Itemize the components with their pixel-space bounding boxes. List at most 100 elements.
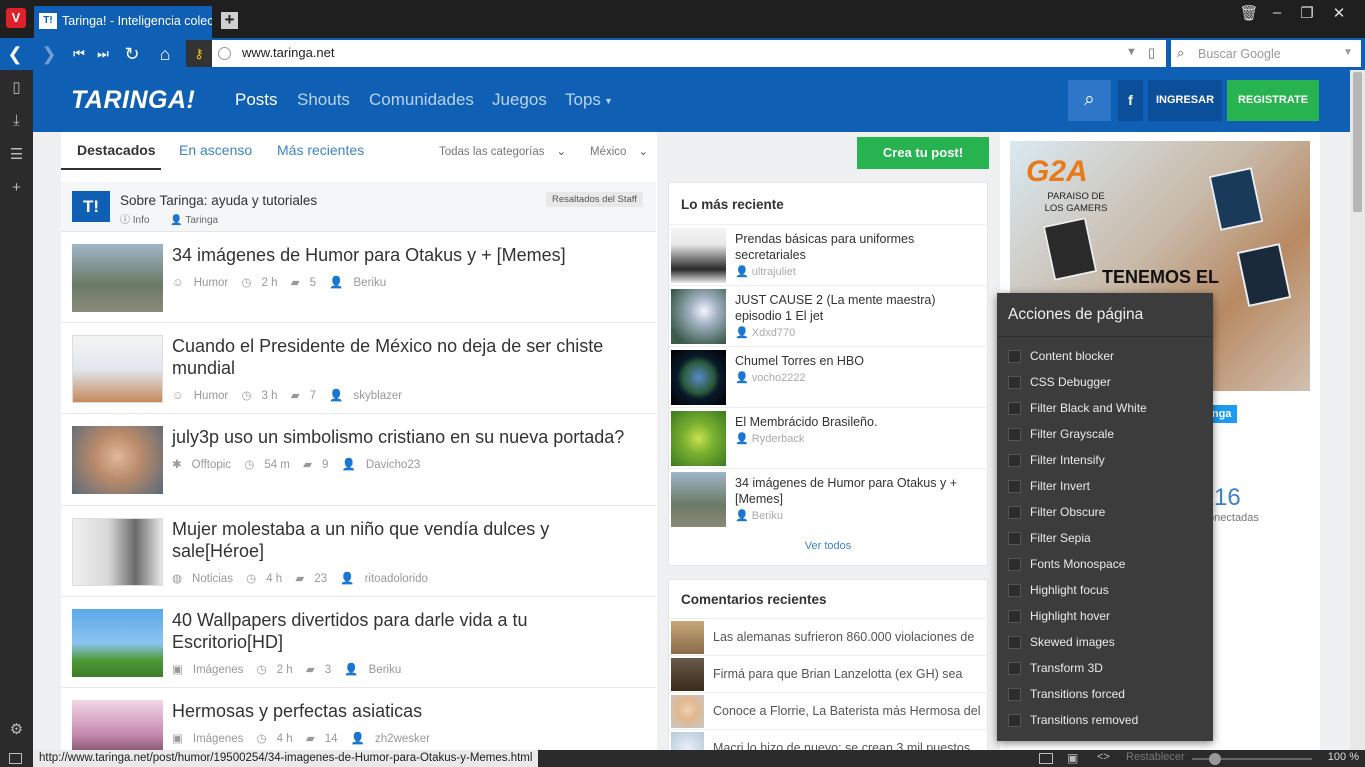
address-field[interactable]: ⚷ www.taringa.net ▼ ▯ [186,40,1166,67]
chevron-down-icon[interactable]: ▼ [1126,46,1137,58]
action-highlight-focus[interactable]: Highlight focus [1008,581,1208,601]
checkbox[interactable] [1008,584,1021,597]
taringa-logo[interactable]: TARINGA! [71,86,195,115]
checkbox[interactable] [1008,610,1021,623]
post-category[interactable]: Imágenes [193,664,244,676]
recent-title[interactable]: El Membrácido Brasileño. [735,414,975,430]
home-icon[interactable]: ⌂ [154,43,176,65]
post-row[interactable]: Cuando el Presidente de México no deja d… [61,323,656,414]
post-thumbnail[interactable] [72,244,163,312]
nav-tops[interactable]: Tops [565,90,601,110]
recent-title[interactable]: 34 imágenes de Humor para Otakus y + [Me… [735,475,975,507]
post-row[interactable]: 40 Wallpapers divertidos para darle vida… [61,597,656,688]
action-filter-invert[interactable]: Filter Invert [1008,477,1208,497]
reset-zoom-button[interactable]: Restablecer [1126,751,1185,763]
action-transform-3d[interactable]: Transform 3D [1008,659,1208,679]
recent-thumbnail[interactable] [671,411,726,466]
bookmark-icon[interactable]: ▯ [1148,45,1155,61]
recent-thumbnail[interactable] [671,289,726,344]
recent-title[interactable]: Prendas básicas para uniformes secretari… [735,231,975,263]
recent-item[interactable]: El Membrácido Brasileño. 👤 Ryderback [669,407,987,468]
comment-avatar[interactable] [671,621,704,654]
create-post-button[interactable]: Crea tu post! [857,137,989,169]
action-filter-intensify[interactable]: Filter Intensify [1008,451,1208,471]
see-all-link[interactable]: Ver todos [669,540,987,552]
post-user[interactable]: zh2wesker [375,733,430,745]
action-css-debugger[interactable]: CSS Debugger [1008,373,1208,393]
staff-title[interactable]: Sobre Taringa: ayuda y tutoriales [120,193,317,208]
recent-thumbnail[interactable] [671,472,726,527]
action-filter-sepia[interactable]: Filter Sepia [1008,529,1208,549]
comment-item[interactable]: Conoce a Florrie, La Baterista más Hermo… [669,692,987,729]
restore-icon[interactable]: ❐ [1292,4,1322,22]
recent-item[interactable]: JUST CAUSE 2 (La mente maestra) episodio… [669,285,987,346]
action-transitions-removed[interactable]: Transitions removed [1008,711,1208,731]
recent-user-name[interactable]: Ryderback [752,433,805,445]
post-category[interactable]: Imágenes [193,733,244,745]
minimize-icon[interactable]: – [1262,4,1292,21]
checkbox[interactable] [1008,662,1021,675]
nav-posts[interactable]: Posts [235,90,278,110]
comment-item[interactable]: Macri lo hizo de nuevo: se crean 3 mil p… [669,729,987,750]
reload-icon[interactable]: ↻ [121,43,143,65]
comment-text[interactable]: Firmá para que Brian Lanzelotta (ex GH) … [713,667,983,681]
staff-user[interactable]: Taringa [185,215,218,226]
nav-juegos[interactable]: Juegos [492,90,547,110]
recent-thumbnail[interactable] [671,350,726,405]
recent-user[interactable]: 👤 vocho2222 [735,371,806,384]
post-title[interactable]: 34 imágenes de Humor para Otakus y + [Me… [172,244,642,266]
comment-text[interactable]: Macri lo hizo de nuevo: se crean 3 mil p… [713,741,983,750]
checkbox[interactable] [1008,688,1021,701]
tops-chevron-icon[interactable]: ▼ [604,96,613,106]
action-skewed-images[interactable]: Skewed images [1008,633,1208,653]
checkbox[interactable] [1008,454,1021,467]
post-user[interactable]: skyblazer [354,390,403,402]
post-thumbnail[interactable] [72,609,163,677]
comment-avatar[interactable] [671,695,704,728]
recent-item[interactable]: Prendas básicas para uniformes secretari… [669,224,987,285]
site-search-button[interactable]: ⌕ [1068,80,1111,121]
nav-comunidades[interactable]: Comunidades [369,90,474,110]
checkbox[interactable] [1008,376,1021,389]
vivaldi-menu-icon[interactable]: V [6,8,26,28]
post-user[interactable]: Beriku [354,277,387,289]
comment-item[interactable]: Las alemanas sufrieron 860.000 violacion… [669,618,987,655]
url-text[interactable]: www.taringa.net [242,45,335,60]
notes-icon[interactable]: ☰ [7,145,26,164]
action-highlight-hover[interactable]: Highlight hover [1008,607,1208,627]
forward-icon[interactable]: ❯ [38,43,60,65]
register-button[interactable]: REGISTRATE [1227,80,1319,121]
checkbox[interactable] [1008,714,1021,727]
recent-user[interactable]: 👤 Beriku [735,509,783,522]
action-filter-obscure[interactable]: Filter Obscure [1008,503,1208,523]
checkbox[interactable] [1008,428,1021,441]
post-user[interactable]: Beriku [369,664,402,676]
checkbox[interactable] [1008,480,1021,493]
action-filter-black-white[interactable]: Filter Black and White [1008,399,1208,419]
post-user[interactable]: ritoadolorido [365,573,428,585]
country-filter[interactable]: México ⌄ [590,144,648,158]
post-user[interactable]: Davicho23 [366,459,420,471]
nav-shouts[interactable]: Shouts [297,90,350,110]
recent-title[interactable]: JUST CAUSE 2 (La mente maestra) episodio… [735,292,975,324]
post-title[interactable]: Cuando el Presidente de México no deja d… [172,335,642,379]
post-thumbnail[interactable] [72,700,163,750]
recent-thumbnail[interactable] [671,228,726,283]
new-tab-button[interactable]: + [221,11,238,29]
checkbox[interactable] [1008,532,1021,545]
post-thumbnail[interactable] [72,426,163,494]
trash-icon[interactable]: 🗑 [1234,4,1264,22]
recent-title[interactable]: Chumel Torres en HBO [735,353,975,369]
bookmarks-icon[interactable]: ▯ [7,78,26,97]
tab-en-ascenso[interactable]: En ascenso [179,142,252,158]
action-filter-grayscale[interactable]: Filter Grayscale [1008,425,1208,445]
post-row[interactable]: Mujer molestaba a un niño que vendía dul… [61,506,656,597]
page-actions-icon[interactable]: <> [1097,751,1110,763]
recent-user[interactable]: 👤 Ryderback [735,432,804,445]
comment-avatar[interactable] [671,658,704,691]
post-row[interactable]: 34 imágenes de Humor para Otakus y + [Me… [61,232,656,323]
post-category[interactable]: Offtopic [192,459,231,471]
recent-user-name[interactable]: ultrajuliet [752,266,796,278]
post-title[interactable]: july3p uso un simbolismo cristiano en su… [172,426,642,448]
key-icon[interactable]: ⚷ [186,40,212,67]
